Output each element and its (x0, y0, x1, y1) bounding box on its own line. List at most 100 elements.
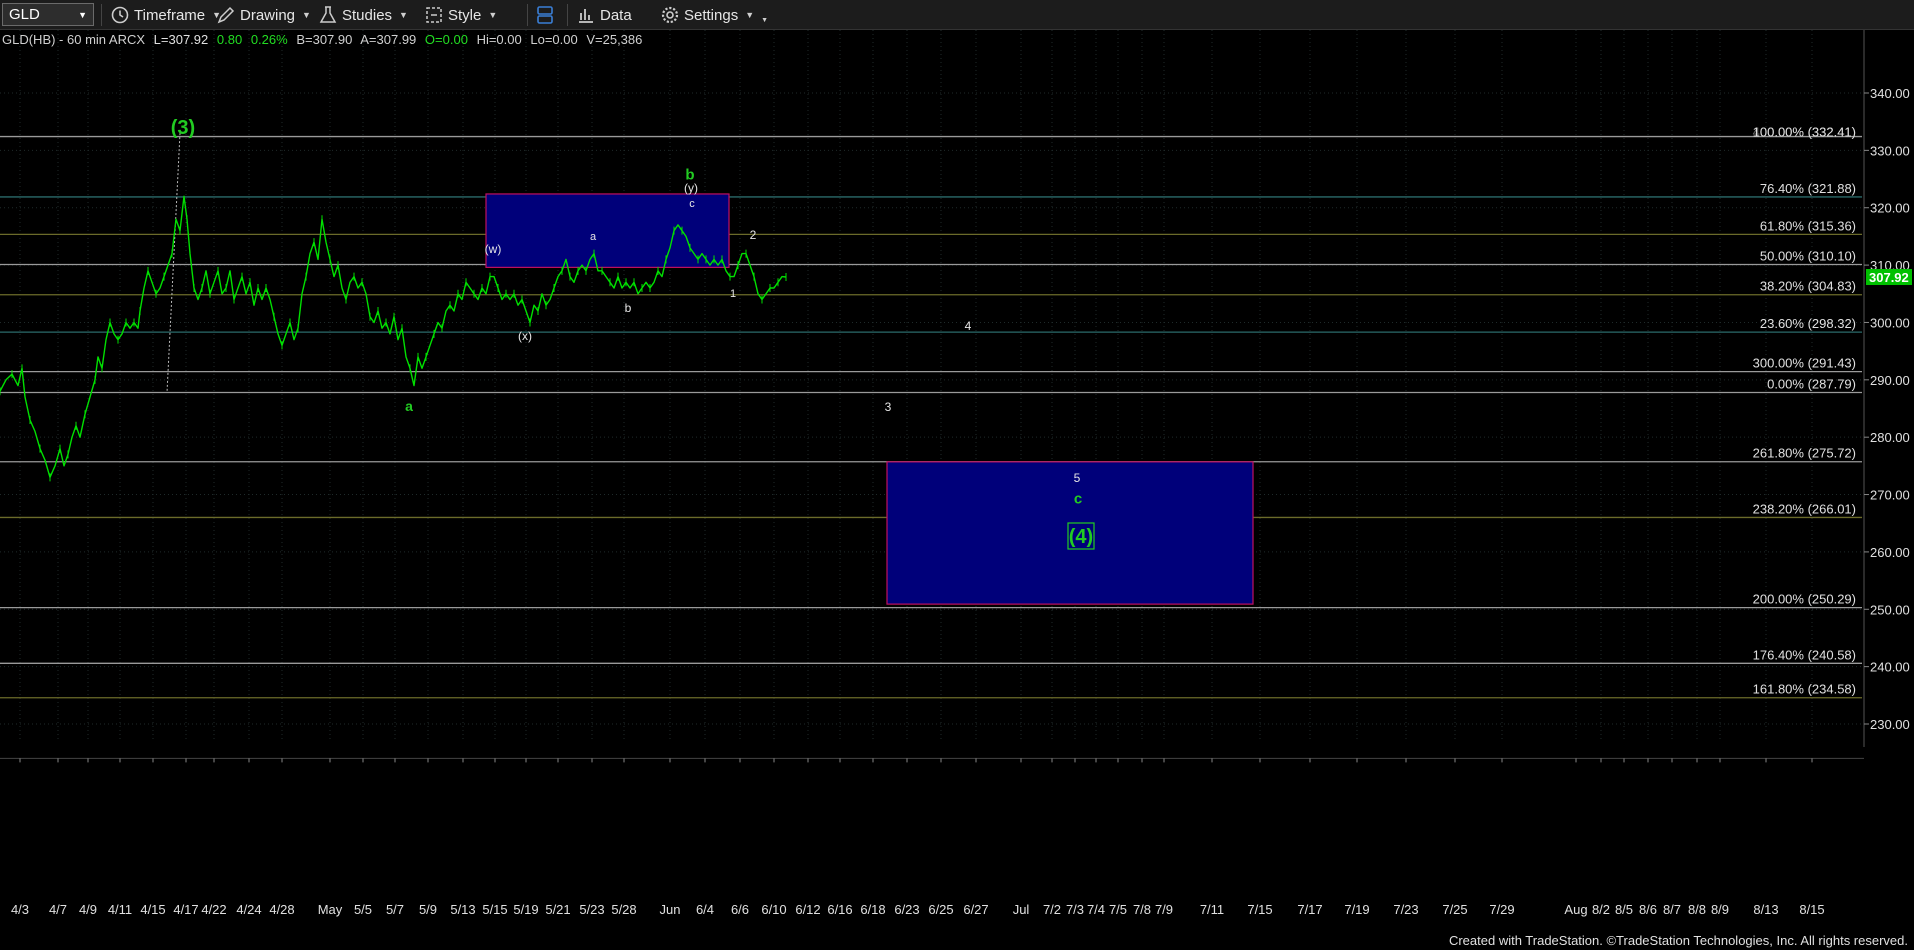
wave-label: a (590, 231, 597, 243)
studies-button[interactable]: Studies ▼ (318, 3, 408, 27)
wave-label: (3) (171, 117, 195, 139)
time-tick-label: 5/5 (354, 902, 372, 917)
drawing-button[interactable]: Drawing ▼ (216, 3, 311, 27)
pencil-icon (217, 6, 235, 24)
price-chart[interactable]: 340.00 330.00 320.00 310.00 300.00 290.00 280.… (0, 30, 1914, 950)
time-tick-label: Jul (1013, 902, 1030, 917)
time-tick-label: 6/10 (761, 902, 786, 917)
volume: V=25,386 (586, 32, 643, 47)
price-tick-label: 260.00 (1870, 545, 1910, 560)
time-tick-label: 4/28 (269, 902, 294, 917)
fib-level-label: 38.20% (304.83) (1760, 279, 1856, 294)
fib-level-label: 300.00% (291.43) (1753, 356, 1856, 371)
time-tick-label: 4/9 (79, 902, 97, 917)
last-price-badge-label: 307.92 (1869, 270, 1909, 285)
time-tick-label: 6/27 (963, 902, 988, 917)
drawing-label: Drawing (240, 6, 296, 24)
time-tick-label: 8/15 (1799, 902, 1824, 917)
layout-button[interactable] (535, 3, 559, 27)
time-tick-label: 8/2 (1592, 902, 1610, 917)
time-tick-label: 5/13 (450, 902, 475, 917)
price-tick-label: 320.00 (1870, 201, 1910, 216)
chevron-down-icon: ▼ (745, 10, 755, 20)
chevron-down-icon: ▼ (302, 10, 311, 20)
net-change: 0.80 (216, 32, 243, 47)
fib-level-label: 0.00% (287.79) (1767, 376, 1856, 391)
quote-line: GLD(HB) - 60 min ARCX L=307.92 0.80 0.26… (2, 32, 647, 47)
wave-label: 3 (885, 400, 892, 414)
layout-icon (537, 6, 553, 24)
time-tick-label: 4/24 (236, 902, 261, 917)
fib-level-label: 76.40% (321.88) (1760, 181, 1856, 196)
time-tick-label: 8/13 (1753, 902, 1778, 917)
symbol-text: GLD (9, 6, 40, 23)
fib-level-label: 50.00% (310.10) (1760, 249, 1856, 264)
style-button[interactable]: Style ▼ (424, 3, 497, 27)
chevron-down-icon[interactable]: ▼ (78, 10, 87, 20)
time-tick-label: 7/3 (1066, 902, 1084, 917)
wave-label: 5 (1074, 471, 1081, 485)
time-tick-label: 5/23 (579, 902, 604, 917)
symbol-info: GLD(HB) - 60 min ARCX (2, 32, 146, 47)
symbol-input[interactable]: GLD ▼ (2, 3, 94, 26)
fib-level-label: 61.80% (315.36) (1760, 218, 1856, 233)
flask-icon (319, 6, 337, 23)
pct-change: 0.26% (250, 32, 288, 47)
studies-label: Studies (342, 6, 393, 24)
time-tick-label: 5/7 (386, 902, 404, 917)
time-tick-label: 4/15 (140, 902, 165, 917)
settings-button[interactable]: Settings ▼ ▼ (660, 3, 768, 27)
time-tick-label: 5/9 (419, 902, 437, 917)
price-tick-label: 280.00 (1870, 430, 1910, 445)
wave-label: (y) (684, 181, 698, 195)
high-price: Hi=0.00 (476, 32, 522, 47)
time-tick-label: 7/11 (1200, 902, 1224, 917)
fib-level-label: 200.00% (250.29) (1753, 592, 1856, 607)
wave-label: a (405, 398, 413, 414)
data-label: Data (600, 6, 632, 24)
time-tick-label: 6/6 (731, 902, 749, 917)
time-tick-label: 7/23 (1393, 902, 1418, 917)
time-tick-label: 6/23 (894, 902, 919, 917)
toolbar-separator (101, 4, 102, 26)
time-tick-label: 7/4 (1087, 902, 1105, 917)
wave-label: b (625, 301, 632, 315)
fib-level-label: 23.60% (298.32) (1760, 316, 1856, 331)
wave-label: (w) (485, 242, 502, 256)
chevron-down-icon: ▼ (399, 10, 408, 20)
chart-canvas[interactable]: 340.00330.00320.00310.00300.00290.00280.… (0, 30, 1914, 950)
time-tick-label: 6/18 (860, 902, 885, 917)
bar-chart-icon (579, 9, 593, 23)
settings-label: Settings (684, 6, 739, 24)
time-tick-label: 4/17 (173, 902, 198, 917)
copyright-footer: Created with TradeStation. ©TradeStation… (1448, 933, 1908, 948)
price-tick-label: 270.00 (1870, 488, 1910, 503)
data-button[interactable]: Data (576, 3, 632, 27)
toolbar-separator (527, 4, 528, 26)
time-tick-label: 8/6 (1639, 902, 1657, 917)
gear-icon (661, 6, 679, 24)
price-tick-label: 330.00 (1870, 143, 1910, 158)
time-tick-label: 7/5 (1109, 902, 1127, 917)
wave-label: c (1074, 490, 1082, 507)
bid-price: B=307.90 (296, 32, 353, 47)
wave-label: 1 (730, 288, 736, 300)
time-tick-label: 6/25 (928, 902, 953, 917)
chart-toolbar: GLD ▼ Timeframe ▼ Drawing ▼ Studies ▼ St… (0, 0, 1914, 30)
time-tick-label: 6/16 (827, 902, 852, 917)
style-label: Style (448, 6, 482, 24)
chevron-down-icon: ▼ (761, 16, 769, 24)
time-tick-label: 4/7 (49, 902, 67, 917)
wave-label: (4) (1069, 526, 1093, 548)
time-tick-label: 4/3 (11, 902, 29, 917)
time-tick-label: May (318, 902, 343, 917)
low-price: Lo=0.00 (530, 32, 578, 47)
time-tick-label: 7/25 (1442, 902, 1467, 917)
price-tick-label: 300.00 (1870, 315, 1910, 330)
timeframe-button[interactable]: Timeframe ▼ (110, 3, 221, 27)
time-tick-label: 8/5 (1615, 902, 1633, 917)
fib-level-label: 161.80% (234.58) (1753, 682, 1856, 697)
time-tick-label: 8/7 (1663, 902, 1681, 917)
time-tick-label: 7/8 (1133, 902, 1151, 917)
time-tick-label: 7/2 (1043, 902, 1061, 917)
